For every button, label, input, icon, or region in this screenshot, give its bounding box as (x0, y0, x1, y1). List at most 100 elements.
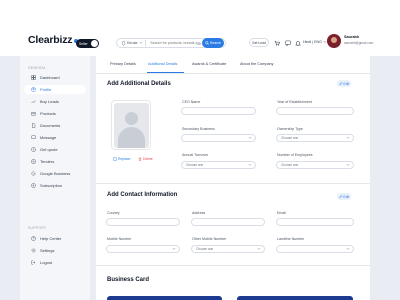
help-icon (30, 236, 36, 241)
bell-icon[interactable] (294, 39, 302, 47)
chevron-down-icon (346, 164, 350, 166)
sidebar-item-tenders[interactable]: Tenders (24, 157, 86, 166)
tab-primary-details[interactable]: Primary Details (110, 62, 136, 66)
sidebar-item-documents[interactable]: Documents (24, 121, 86, 130)
location-pin-icon (121, 40, 126, 46)
annual-turnover-label: Annual Turnover (182, 153, 209, 157)
ceo-name-input[interactable] (181, 107, 256, 115)
ceo-name-label: CEO Name (182, 100, 201, 104)
sidebar-section-general: GENERAL (28, 66, 47, 70)
year-establishment-input[interactable] (276, 107, 354, 115)
sidebar: GENERAL Dashboard Profile Buy Leads Prod… (20, 56, 90, 300)
landline-select[interactable] (276, 245, 354, 253)
document-icon (31, 123, 35, 128)
active-tab-indicator (147, 72, 184, 74)
search-button[interactable]: Search (202, 38, 224, 48)
tab-about-company[interactable]: About the Company (240, 62, 274, 66)
user-email: saurabh@gmail.com (344, 41, 374, 45)
get-lead-button[interactable]: Get Lead (249, 38, 269, 47)
toggle-knob-icon (91, 40, 98, 47)
employees-select[interactable]: Choose one (276, 161, 354, 169)
quote-icon (30, 147, 36, 152)
address-label: Address (192, 211, 206, 215)
section-divider (96, 265, 370, 266)
ownership-type-value: Choose one (281, 136, 299, 140)
mobile-number-select[interactable] (106, 245, 180, 253)
delete-label: Delete (143, 157, 153, 161)
ownership-type-select[interactable]: Choose one (276, 134, 354, 142)
brand-logo[interactable]: Clearbizz (28, 34, 79, 46)
sidebar-item-profile[interactable]: Profile (24, 85, 86, 94)
edit-label: Edit (343, 81, 350, 86)
gear-icon (30, 248, 36, 253)
trend-icon (30, 100, 36, 104)
business-card-title: Business Card (107, 277, 150, 283)
sidebar-item-label: Google Business (40, 171, 71, 176)
section-divider (96, 183, 370, 184)
sidebar-item-label: Documents (40, 123, 61, 128)
message-icon (30, 135, 36, 139)
search-button-label: Search (209, 41, 222, 45)
additional-details-title: Add Additional Details (107, 81, 171, 87)
email-input[interactable] (276, 218, 354, 226)
employees-value: Choose one (281, 163, 299, 167)
replace-photo-button[interactable]: Replace (113, 157, 130, 161)
edit-additional-button[interactable]: Edit (337, 80, 351, 87)
ownership-type-label: Ownership Type (277, 127, 303, 131)
sidebar-item-label: Profile (40, 87, 52, 92)
camera-icon[interactable] (197, 41, 201, 46)
country-input[interactable] (106, 218, 180, 226)
trash-icon (138, 157, 142, 161)
search-icon (205, 41, 209, 45)
cart-icon[interactable] (273, 39, 281, 47)
sidebar-item-subscription[interactable]: Subscription (24, 181, 86, 190)
sidebar-item-message[interactable]: Message (24, 133, 86, 142)
sidebar-item-label: Tenders (40, 159, 55, 164)
year-establishment-label: Year of Establishment (277, 100, 312, 104)
sidebar-item-google-business[interactable]: Google Business (24, 169, 86, 178)
other-mobile-select[interactable]: Choose one (191, 245, 265, 253)
sidebar-item-settings[interactable]: Settings (24, 246, 86, 255)
edit-contact-button[interactable]: Edit (337, 193, 351, 200)
profile-tabs: Primary Details Additional Details Award… (96, 56, 370, 74)
sidebar-item-buy-leads[interactable]: Buy Leads (24, 97, 86, 106)
profile-photo-frame (111, 100, 151, 150)
search-input[interactable] (146, 39, 198, 47)
sidebar-item-get-quote[interactable]: Get quote (24, 145, 86, 154)
language-selector[interactable]: Hindi | ENG (303, 40, 327, 44)
seller-toggle[interactable]: Seller (76, 39, 99, 48)
business-card-front[interactable] (107, 296, 222, 300)
tab-additional-details[interactable]: Additional Details (148, 62, 177, 66)
sidebar-item-logout[interactable]: Logout (24, 258, 86, 267)
profile-panel: Primary Details Additional Details Award… (96, 56, 370, 300)
person-head-icon (125, 112, 138, 125)
email-label: Email (277, 211, 286, 215)
country-label: Country (107, 211, 120, 215)
pencil-icon (339, 194, 343, 198)
business-card-back[interactable] (237, 296, 353, 300)
tab-awards-certificate[interactable]: Awards & Certificate (192, 62, 226, 66)
address-input[interactable] (191, 218, 265, 226)
secondary-business-select[interactable] (181, 134, 256, 142)
location-selector[interactable]: Kerala (121, 40, 145, 46)
sidebar-item-label: Get quote (40, 147, 58, 152)
profile-photo-placeholder (114, 103, 149, 148)
get-lead-label: Get Lead (252, 40, 266, 45)
grid-icon (30, 75, 36, 80)
delete-photo-button[interactable]: Delete (138, 157, 153, 161)
sidebar-item-dashboard[interactable]: Dashboard (24, 73, 86, 82)
sidebar-item-label: Products (40, 111, 56, 116)
mobile-number-label: Mobile Number (107, 237, 132, 241)
seller-toggle-label: Seller (79, 41, 88, 46)
sidebar-item-label: Buy Leads (40, 99, 59, 104)
sidebar-item-help-center[interactable]: Help Center (24, 234, 86, 243)
sidebar-item-label: Dashboard (40, 75, 60, 80)
location-label: Kerala (127, 41, 138, 45)
annual-turnover-select[interactable]: Choose one (181, 161, 256, 169)
avatar[interactable] (327, 34, 341, 48)
sidebar-item-label: Subscription (40, 183, 63, 188)
message-icon[interactable] (284, 39, 292, 47)
chevron-down-icon (248, 164, 252, 166)
sidebar-item-products[interactable]: Products (24, 109, 86, 118)
pencil-icon (339, 81, 343, 85)
